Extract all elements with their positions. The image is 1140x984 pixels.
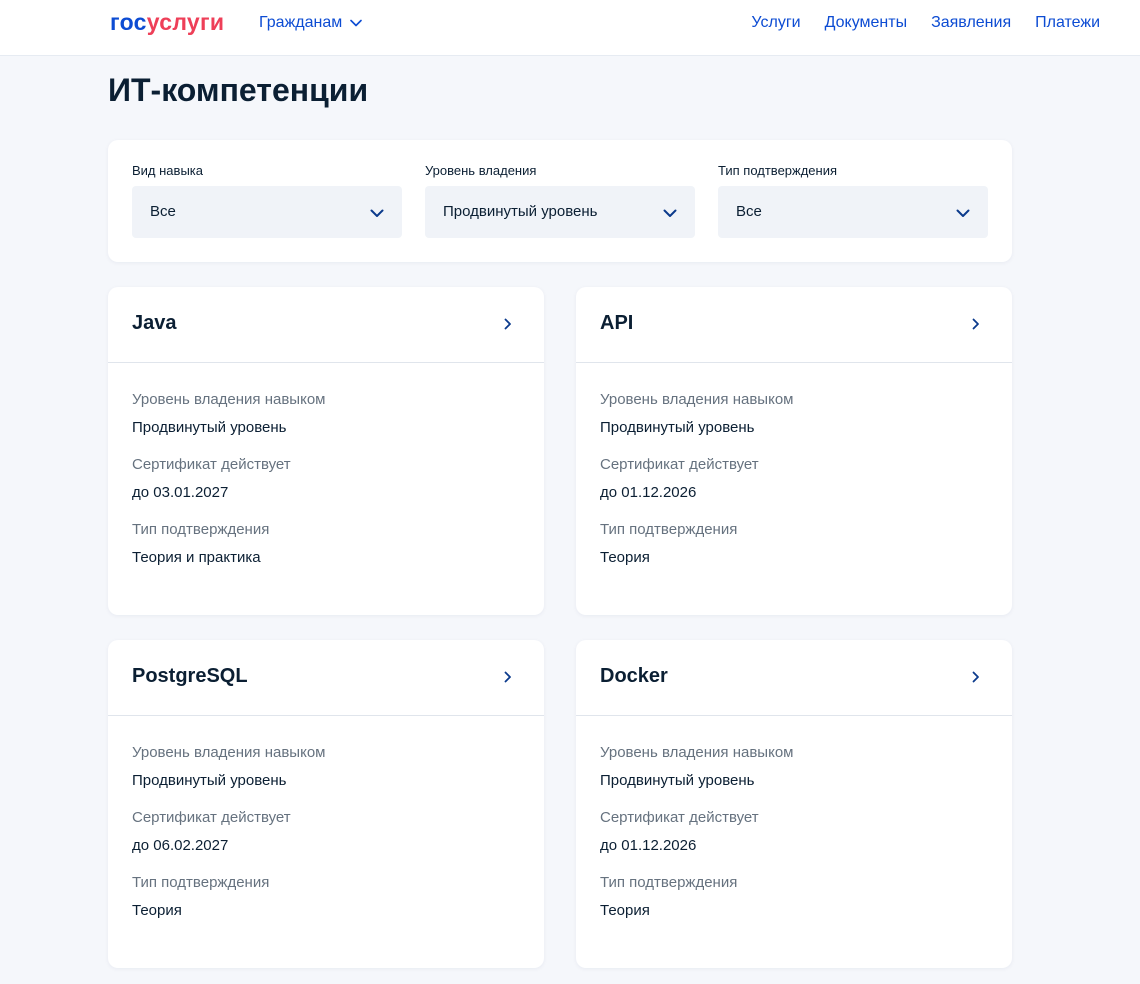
field-certificate: Сертификат действует до 01.12.2026 bbox=[600, 455, 988, 503]
nav-link-applications[interactable]: Заявления bbox=[931, 14, 1011, 32]
field-certificate: Сертификат действует до 01.12.2026 bbox=[600, 808, 988, 856]
card-title: PostgreSQL bbox=[132, 665, 248, 687]
field-label: Уровень владения навыком bbox=[600, 744, 794, 761]
field-label: Уровень владения навыком bbox=[132, 391, 326, 408]
field-confirmation-type: Тип подтверждения Теория и практика bbox=[132, 520, 520, 568]
field-value: Теория bbox=[132, 902, 182, 919]
field-label: Сертификат действует bbox=[132, 809, 291, 826]
field-label: Уровень владения навыком bbox=[132, 744, 326, 761]
select-value: Все bbox=[150, 203, 176, 220]
card-body: Уровень владения навыком Продвинутый уро… bbox=[576, 716, 1012, 921]
competency-card-java: Java Уровень владения навыком Продвинуты… bbox=[108, 287, 544, 615]
card-body: Уровень владения навыком Продвинутый уро… bbox=[108, 716, 544, 921]
top-header: госуслуги Гражданам Услуги Документы Зая… bbox=[0, 0, 1140, 56]
audience-label: Гражданам bbox=[259, 14, 343, 31]
field-level: Уровень владения навыком Продвинутый уро… bbox=[600, 390, 988, 438]
chevron-right-icon bbox=[972, 671, 979, 683]
competency-card-api: API Уровень владения навыком Продвинутый… bbox=[576, 287, 1012, 615]
card-body: Уровень владения навыком Продвинутый уро… bbox=[108, 363, 544, 568]
field-value: Теория и практика bbox=[132, 549, 261, 566]
nav-link-documents[interactable]: Документы bbox=[825, 14, 907, 32]
field-value: Продвинутый уровень bbox=[132, 772, 287, 789]
filter-skill-type: Вид навыка Все bbox=[132, 164, 402, 238]
top-navigation: Услуги Документы Заявления Платежи bbox=[751, 14, 1100, 32]
skill-type-select[interactable]: Все bbox=[132, 186, 402, 238]
field-level: Уровень владения навыком Продвинутый уро… bbox=[132, 743, 520, 791]
chevron-down-icon bbox=[350, 19, 363, 27]
filter-proficiency-level: Уровень владения Продвинутый уровень bbox=[425, 164, 695, 238]
field-label: Тип подтверждения bbox=[600, 521, 738, 538]
field-label: Тип подтверждения bbox=[600, 874, 738, 891]
field-level: Уровень владения навыком Продвинутый уро… bbox=[600, 743, 988, 791]
gosuslugi-logo[interactable]: госуслуги bbox=[110, 9, 224, 36]
card-header[interactable]: Docker bbox=[576, 640, 1012, 716]
field-level: Уровень владения навыком Продвинутый уро… bbox=[132, 390, 520, 438]
field-value: до 01.12.2026 bbox=[600, 837, 697, 854]
card-title: Docker bbox=[600, 665, 668, 687]
filter-confirmation-type: Тип подтверждения Все bbox=[718, 164, 988, 238]
field-value: Продвинутый уровень bbox=[600, 419, 755, 436]
logo-part-gos: гос bbox=[110, 9, 147, 35]
card-title: Java bbox=[132, 312, 177, 334]
field-label: Сертификат действует bbox=[132, 456, 291, 473]
chevron-right-icon bbox=[504, 318, 511, 330]
field-certificate: Сертификат действует до 03.01.2027 bbox=[132, 455, 520, 503]
field-label: Сертификат действует bbox=[600, 456, 759, 473]
field-value: до 03.01.2027 bbox=[132, 484, 229, 501]
field-value: Теория bbox=[600, 902, 650, 919]
field-confirmation-type: Тип подтверждения Теория bbox=[600, 873, 988, 921]
chevron-right-icon bbox=[972, 318, 979, 330]
field-label: Тип подтверждения bbox=[132, 521, 270, 538]
field-confirmation-type: Тип подтверждения Теория bbox=[132, 873, 520, 921]
filter-label: Тип подтверждения bbox=[718, 163, 838, 178]
chevron-down-icon bbox=[370, 209, 384, 217]
chevron-right-icon bbox=[504, 671, 511, 683]
nav-link-services[interactable]: Услуги bbox=[751, 14, 800, 32]
nav-link-payments[interactable]: Платежи bbox=[1035, 14, 1100, 32]
field-certificate: Сертификат действует до 06.02.2027 bbox=[132, 808, 520, 856]
select-value: Продвинутый уровень bbox=[443, 203, 598, 220]
logo-part-uslugi: услуги bbox=[146, 9, 225, 35]
chevron-down-icon bbox=[956, 209, 970, 217]
card-header[interactable]: API bbox=[576, 287, 1012, 363]
page-title: ИТ-компетенции bbox=[108, 72, 369, 108]
card-body: Уровень владения навыком Продвинутый уро… bbox=[576, 363, 1012, 568]
field-value: до 06.02.2027 bbox=[132, 837, 229, 854]
card-title: API bbox=[600, 312, 634, 334]
competency-card-postgresql: PostgreSQL Уровень владения навыком Прод… bbox=[108, 640, 544, 968]
field-label: Сертификат действует bbox=[600, 809, 759, 826]
select-value: Все bbox=[736, 203, 762, 220]
field-value: Продвинутый уровень bbox=[600, 772, 755, 789]
audience-dropdown[interactable]: Гражданам bbox=[259, 14, 363, 32]
confirmation-type-select[interactable]: Все bbox=[718, 186, 988, 238]
filter-label: Уровень владения bbox=[425, 163, 537, 178]
field-label: Тип подтверждения bbox=[132, 874, 270, 891]
field-value: Продвинутый уровень bbox=[132, 419, 287, 436]
card-header[interactable]: Java bbox=[108, 287, 544, 363]
proficiency-level-select[interactable]: Продвинутый уровень bbox=[425, 186, 695, 238]
competency-card-docker: Docker Уровень владения навыком Продвину… bbox=[576, 640, 1012, 968]
filter-label: Вид навыка bbox=[132, 163, 203, 178]
field-value: Теория bbox=[600, 549, 650, 566]
field-value: до 01.12.2026 bbox=[600, 484, 697, 501]
chevron-down-icon bbox=[663, 209, 677, 217]
filters-panel: Вид навыка Все Уровень владения Продвину… bbox=[108, 140, 1012, 262]
card-header[interactable]: PostgreSQL bbox=[108, 640, 544, 716]
field-confirmation-type: Тип подтверждения Теория bbox=[600, 520, 988, 568]
field-label: Уровень владения навыком bbox=[600, 391, 794, 408]
